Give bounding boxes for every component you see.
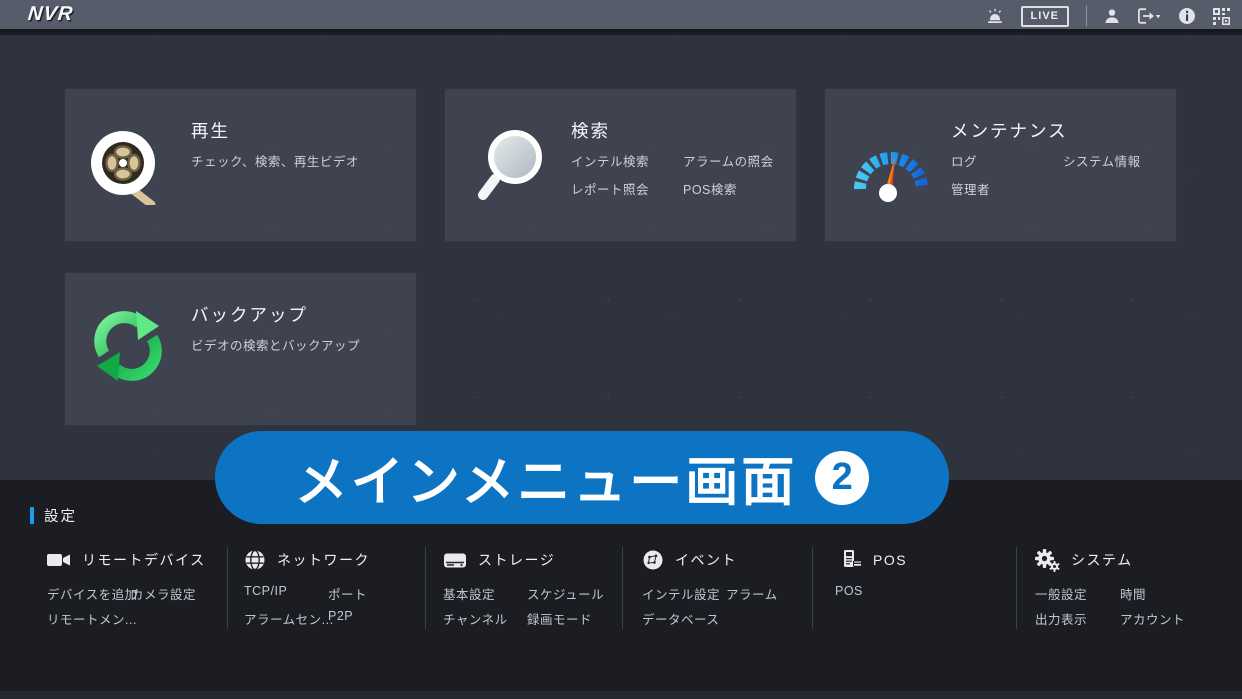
camera-icon [47, 551, 71, 569]
search-magnifier-icon [475, 129, 547, 205]
settings-item-alarm[interactable]: アラーム [726, 584, 778, 603]
settings-item-time[interactable]: 時間 [1120, 584, 1146, 603]
live-view-button[interactable]: LIVE [1021, 6, 1069, 27]
top-bar: NVR LIVE [0, 0, 1242, 32]
settings-divider [1016, 547, 1017, 629]
user-icon [1104, 8, 1120, 24]
maintenance-title: メンテナンス [951, 118, 1068, 143]
search-title: 検索 [571, 118, 610, 143]
network-header[interactable]: ネットワーク [244, 548, 370, 572]
settings-item-record-mode[interactable]: 録画モード [527, 609, 592, 628]
playback-subtitle: チェック、検索、再生ビデオ [191, 151, 359, 170]
nvr-logo: NVR [27, 3, 75, 26]
menu-item-report-inquiry[interactable]: レポート照会 [571, 179, 649, 198]
settings-item-tcpip[interactable]: TCP/IP [244, 584, 287, 598]
network-title: ネットワーク [277, 550, 370, 570]
system-gears-icon [1035, 549, 1060, 572]
storage-title: ストレージ [478, 550, 555, 570]
settings-item-output-display[interactable]: 出力表示 [1035, 609, 1087, 628]
settings-col-pos: POS POS [835, 548, 907, 572]
settings-item-schedule[interactable]: スケジュール [527, 584, 604, 603]
topbar-divider [1086, 6, 1087, 26]
settings-item-p2p[interactable]: P2P [328, 609, 353, 623]
settings-divider [812, 547, 813, 629]
logout-icon [1137, 8, 1161, 24]
settings-col-remote-device: リモートデバイス デバイスを追加 カメラ設定 リモートメン... [47, 548, 206, 572]
storage-drive-icon [443, 551, 467, 570]
settings-item-remote-maintenance[interactable]: リモートメン... [47, 609, 137, 628]
event-ai-head-icon [642, 549, 664, 571]
film-reel-icon [89, 129, 165, 205]
alarm-status-button[interactable] [986, 8, 1004, 24]
info-button[interactable] [1178, 7, 1196, 25]
playback-title: 再生 [191, 118, 230, 143]
network-globe-icon [244, 549, 266, 571]
settings-item-camera-settings[interactable]: カメラ設定 [131, 584, 196, 603]
qr-code-icon [1213, 8, 1230, 25]
settings-item-pos[interactable]: POS [835, 584, 863, 598]
settings-header: 設定 [44, 505, 77, 526]
logout-button[interactable] [1137, 8, 1161, 24]
bottom-edge-strip [0, 691, 1242, 699]
system-title: システム [1071, 550, 1133, 570]
backup-sync-icon [91, 309, 165, 383]
pos-title: POS [873, 552, 907, 568]
settings-item-account[interactable]: アカウント [1120, 609, 1185, 628]
menu-item-system-info[interactable]: システム情報 [1063, 151, 1141, 170]
storage-header[interactable]: ストレージ [443, 548, 555, 572]
event-title: イベント [675, 550, 737, 570]
settings-item-add-device[interactable]: デバイスを追加 [47, 584, 138, 603]
settings-item-basic-settings[interactable]: 基本設定 [443, 584, 495, 603]
maintenance-card[interactable]: メンテナンス ログ システム情報 管理者 [824, 88, 1177, 242]
search-card[interactable]: 検索 インテル検索 アラームの照会 レポート照会 POS検索 [444, 88, 797, 242]
settings-divider [425, 547, 426, 629]
backup-card[interactable]: バックアップ ビデオの検索とバックアップ [64, 272, 417, 426]
settings-item-general-settings[interactable]: 一般設定 [1035, 584, 1087, 603]
settings-divider [227, 547, 228, 629]
playback-card[interactable]: 再生 チェック、検索、再生ビデオ [64, 88, 417, 242]
backup-subtitle: ビデオの検索とバックアップ [191, 335, 360, 354]
settings-item-alarm-center[interactable]: アラームセン... [244, 609, 334, 628]
settings-item-port[interactable]: ポート [328, 584, 367, 603]
settings-accent-bar [30, 507, 34, 524]
menu-item-pos-search[interactable]: POS検索 [683, 179, 737, 198]
settings-item-intel-settings[interactable]: インテル設定 [642, 584, 720, 603]
settings-col-storage: ストレージ 基本設定 スケジュール チャンネル 録画モード [443, 548, 555, 572]
gauge-icon [851, 137, 929, 203]
menu-item-intel-search[interactable]: インテル検索 [571, 151, 649, 170]
banner-step-badge: 2 [815, 451, 869, 505]
settings-divider [622, 547, 623, 629]
top-bar-actions: LIVE [986, 0, 1230, 32]
info-icon [1178, 7, 1196, 25]
qr-code-button[interactable] [1213, 8, 1230, 25]
settings-col-system: システム 一般設定 時間 出力表示 アカウント [1035, 548, 1133, 572]
event-header[interactable]: イベント [642, 548, 737, 572]
system-header[interactable]: システム [1035, 548, 1133, 572]
remote-device-title: リモートデバイス [82, 550, 206, 570]
settings-item-channel[interactable]: チャンネル [443, 609, 508, 628]
settings-col-network: ネットワーク TCP/IP ポート アラームセン... P2P [244, 548, 370, 572]
settings-col-event: イベント インテル設定 アラーム データベース [642, 548, 737, 572]
alarm-siren-icon [986, 8, 1004, 24]
menu-item-administrator[interactable]: 管理者 [951, 179, 990, 198]
remote-device-header[interactable]: リモートデバイス [47, 548, 206, 572]
pos-terminal-icon [840, 549, 862, 571]
backup-title: バックアップ [191, 302, 308, 327]
banner-title: メインメニュー画面 [295, 440, 797, 516]
settings-item-database[interactable]: データベース [642, 609, 719, 628]
menu-item-alarm-inquiry[interactable]: アラームの照会 [683, 151, 774, 170]
menu-item-log[interactable]: ログ [951, 151, 977, 170]
nvr-main-menu-screen: NVR LIVE [0, 0, 1242, 699]
user-account-button[interactable] [1104, 8, 1120, 24]
pos-header[interactable]: POS [835, 548, 907, 572]
annotation-banner: メインメニュー画面 2 [215, 431, 949, 524]
